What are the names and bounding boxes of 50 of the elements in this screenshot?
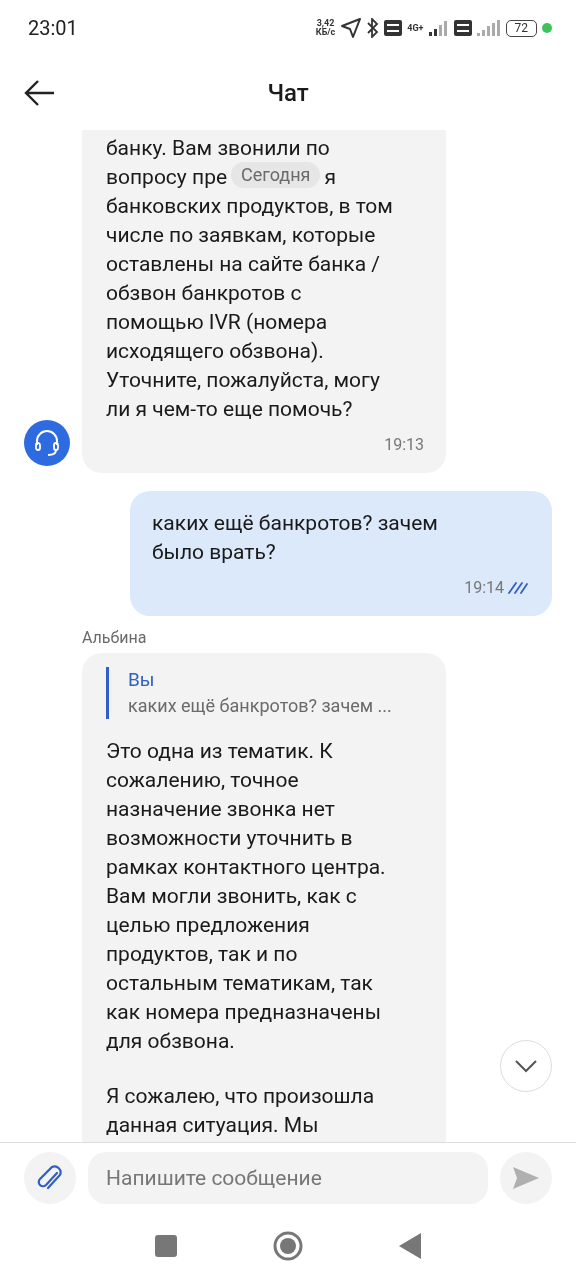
quote-text: каких ещё банкротов? зачем ... (128, 694, 393, 718)
message-text: рамках контактного центра. (106, 854, 387, 881)
message-text: для обзвона. (106, 1028, 236, 1055)
message-text: Я сожалею, что произошла (106, 1083, 376, 1110)
message-text: возможности уточнить в (106, 825, 354, 852)
bluetooth-icon (367, 18, 380, 38)
message-time: 19:14 (464, 577, 504, 599)
message-text: каких ещё банкротов? зачем (152, 510, 439, 537)
message-text: оставлены на сайте банка / (106, 251, 381, 278)
message-time: 19:13 (384, 434, 424, 456)
message-input[interactable]: Напишите сообщение (88, 1151, 488, 1204)
date-chip: Сегодня (231, 161, 321, 188)
message-text: Это одна из тематик. К (106, 738, 334, 765)
message-text: вопросу пре (106, 164, 228, 191)
message-text: ли я чем-то еще помочь? (106, 396, 354, 423)
message-text: помощью IVR (номера (106, 309, 329, 336)
scroll-down-button[interactable] (500, 1040, 552, 1092)
home-button[interactable] (273, 1231, 303, 1261)
message-text: числе по заявкам, которые (106, 222, 377, 249)
message-text: Уточните, пожалуйста, могу (106, 367, 381, 394)
message-text: я (324, 164, 336, 191)
location-icon (340, 17, 363, 39)
message-text: как номера предназначены (106, 999, 382, 1026)
clock: 23:01 (28, 16, 78, 40)
message-text: сожалению, точное (106, 767, 300, 794)
back-nav-button[interactable] (399, 1233, 421, 1259)
network-type: 4G+ (407, 23, 424, 33)
status-dot-icon (542, 23, 552, 33)
message-text: целью предложения (106, 912, 311, 939)
signal-icon (476, 20, 501, 36)
message-text: остальным тематикам, так (106, 970, 374, 997)
message-text: назначение звонка нет (106, 796, 336, 823)
signal-icon (428, 20, 449, 36)
message-text: обзвон банкротов с (106, 280, 303, 307)
back-button[interactable] (24, 78, 56, 108)
message-text: продуктов, так и по (106, 941, 299, 968)
message-text: Вам могли звонить, как с (106, 883, 358, 910)
message-text: банку. Вам звонили по (106, 135, 331, 162)
message-text: исходящего обзвона). (106, 338, 325, 365)
sender-name: Альбина (82, 628, 148, 647)
quote-author: Вы (128, 667, 156, 693)
screen-title: Чат (267, 79, 309, 107)
chevron-down-icon (514, 1059, 538, 1073)
message-text: было врать? (152, 539, 277, 566)
message-text: банковских продуктов, в том (106, 193, 394, 220)
network-speed: 3,42 КБ/с (315, 19, 336, 37)
send-icon (512, 1165, 540, 1190)
message-text: данная ситуация. Мы (106, 1112, 320, 1139)
battery-level: 72 (505, 19, 537, 37)
reply-quote[interactable]: Вы каких ещё банкротов? зачем ... (106, 667, 424, 719)
